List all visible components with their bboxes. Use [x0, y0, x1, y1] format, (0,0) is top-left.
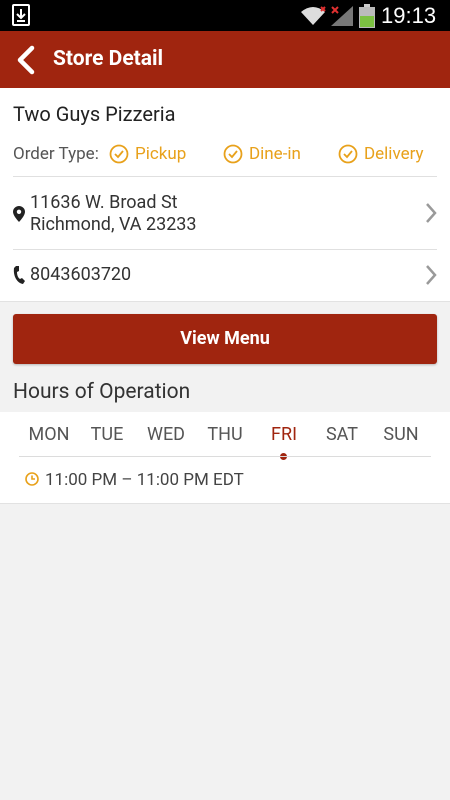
chevron-right-icon — [426, 265, 437, 285]
status-bar: 19:13 — [0, 0, 450, 31]
order-type-label-dine-in: Dine-in — [249, 144, 301, 164]
page-title: Store Detail — [53, 47, 164, 71]
day-tab-sat[interactable]: SAT — [312, 424, 372, 445]
clock-icon — [25, 472, 39, 486]
order-type-row: Order Type: Pickup Dine-in Delivery — [13, 142, 438, 166]
check-circle-icon — [109, 144, 129, 164]
hours-title: Hours of Operation — [13, 380, 191, 404]
signal-icon — [331, 6, 353, 26]
day-tab-mon[interactable]: MON — [19, 424, 79, 445]
phone-icon — [13, 266, 25, 284]
order-type-dine-in[interactable]: Dine-in — [223, 142, 301, 166]
divider — [19, 456, 431, 457]
wifi-icon — [301, 6, 326, 25]
address-line-2: Richmond, VA 23233 — [30, 214, 197, 235]
day-tab-fri[interactable]: FRI — [254, 424, 314, 445]
check-circle-icon — [338, 144, 358, 164]
divider — [13, 176, 437, 177]
phone-number: 8043603720 — [30, 264, 132, 285]
address-line-1: 11636 W. Broad St — [30, 192, 178, 213]
day-tab-sun[interactable]: SUN — [371, 424, 431, 445]
check-circle-icon — [223, 144, 243, 164]
day-tab-tue[interactable]: TUE — [77, 424, 137, 445]
status-time: 19:13 — [381, 3, 437, 28]
order-type-label-pickup: Pickup — [135, 144, 187, 164]
address-row[interactable]: 11636 W. Broad St Richmond, VA 23233 — [13, 192, 438, 236]
day-tab-wed[interactable]: WED — [136, 424, 196, 445]
order-type-label-delivery: Delivery — [364, 144, 424, 164]
download-icon — [12, 4, 30, 26]
location-pin-icon — [13, 206, 25, 222]
divider — [13, 249, 437, 250]
order-type-pickup[interactable]: Pickup — [109, 142, 186, 166]
store-info-card: Two Guys Pizzeria Order Type: Pickup Din… — [0, 88, 450, 302]
hours-card: MON TUE WED THU FRI SAT SUN 11:00 PM – 1… — [0, 412, 450, 504]
phone-row[interactable]: 8043603720 — [13, 263, 438, 287]
order-type-delivery[interactable]: Delivery — [338, 142, 424, 166]
view-menu-button[interactable]: View Menu — [13, 314, 437, 364]
store-name: Two Guys Pizzeria — [13, 102, 176, 126]
day-tab-thu[interactable]: THU — [195, 424, 255, 445]
app-bar: Store Detail — [0, 31, 450, 88]
order-type-label: Order Type: — [13, 144, 99, 164]
back-arrow-icon[interactable] — [12, 44, 40, 76]
hours-time-range: 11:00 PM – 11:00 PM EDT — [45, 470, 244, 490]
battery-icon — [359, 4, 375, 28]
chevron-right-icon — [426, 203, 437, 223]
